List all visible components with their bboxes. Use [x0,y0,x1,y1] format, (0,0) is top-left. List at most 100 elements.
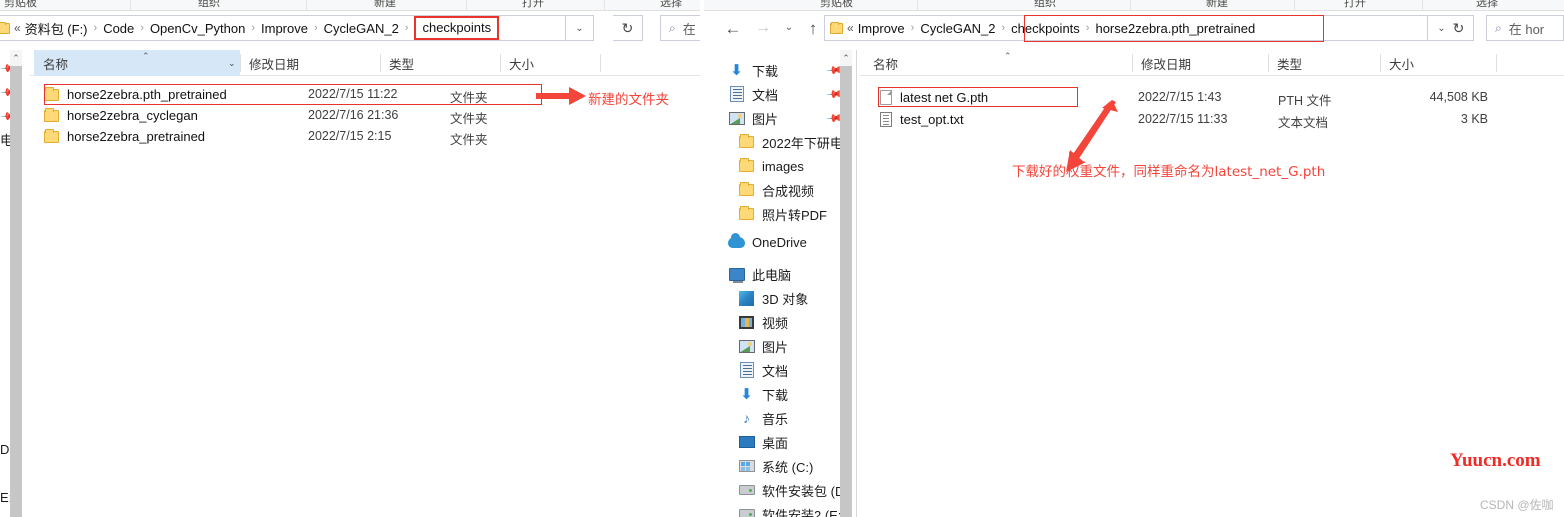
left-crumb-current[interactable]: checkpoints [414,16,500,40]
sidebar-item-downloads[interactable]: ⬇ 下载 📌 [728,58,843,82]
right-ribbon-tab-0[interactable]: 剪贴板 [820,0,853,10]
left-ribbon-tab-0[interactable]: 剪贴板 [4,0,37,10]
left-crumb-3[interactable]: Improve [261,21,308,36]
right-refresh-button[interactable]: ↻ [1444,15,1474,41]
sidebar-item-label: 软件安装2 (E:) [762,507,846,517]
right-row-1-type: 文本文档 [1278,116,1329,130]
sidebar-item-label: 下载 [752,63,779,79]
right-col-type[interactable]: 类型 [1268,50,1380,76]
sidebar-item-label: 音乐 [762,411,789,427]
download-icon: ⬇ [740,385,753,403]
right-crumb-sep-0: › [910,22,915,34]
music-icon: ♪ [743,410,750,426]
sidebar-item-documents[interactable]: 文档 📌 [728,82,844,106]
left-col-date[interactable]: 修改日期 [240,50,380,76]
right-annotation-text: 下载好的权重文件，同样重命名为latest_net_G.pth [1012,164,1326,180]
left-navpane-clip-label-1[interactable]: D [0,442,9,457]
text-file-icon [880,112,892,127]
left-refresh-button[interactable]: ↻ [613,15,643,41]
right-crumb-0[interactable]: Improve [858,21,905,36]
right-back-button[interactable]: ← [722,17,744,39]
right-row-1-name[interactable]: test_opt.txt [880,112,964,127]
sidebar-item-images[interactable]: images [738,154,804,178]
site-watermark: Yuucn.com [1450,450,1541,471]
sidebar-item-3d-objects[interactable]: 3D 对象 [738,286,808,310]
right-col-date[interactable]: 修改日期 [1132,50,1268,76]
left-navpane-scroll-up-button[interactable]: ⌃ [10,50,22,66]
right-navpane-scrollbar[interactable] [840,66,852,517]
sidebar-item-desktop[interactable]: 桌面 [738,430,788,454]
sidebar-item-system-c[interactable]: 系统 (C:) [738,454,813,478]
right-ribbon-tab-1[interactable]: 组织 [1034,0,1056,10]
sidebar-item-composite-video[interactable]: 合成视频 [738,178,814,202]
chevron-down-icon[interactable]: ⌄ [228,58,236,69]
sidebar-item-documents-pc[interactable]: 文档 [738,358,788,382]
right-col-type-label: 类型 [1277,57,1303,72]
left-row-2-name[interactable]: horse2zebra_pretrained [44,128,205,144]
sidebar-item-label: 文档 [752,87,779,103]
left-crumb-2[interactable]: OpenCv_Python [150,21,245,36]
left-navpane-scroll-thumb[interactable] [10,66,22,517]
left-ribbon-tab-3[interactable]: 打开 [522,0,544,10]
right-breadcrumb-overflow[interactable]: « [847,21,858,35]
sidebar-item-onedrive[interactable]: OneDrive [728,230,807,254]
right-ribbon-tab-4[interactable]: 选择 [1476,0,1498,10]
left-row-1-name[interactable]: horse2zebra_cyclegan [44,107,198,123]
sidebar-item-music[interactable]: ♪ 音乐 [738,406,788,430]
screenshot-root: 剪贴板 组织 新建 打开 选择 ← « 资料包 (F:) › Code › Op… [0,0,1564,517]
right-history-dropdown[interactable]: ⌄ [778,17,800,39]
left-crumb-4[interactable]: CycleGAN_2 [324,21,399,36]
left-navbar: ← « 资料包 (F:) › Code › OpenCv_Python › Im… [0,11,720,45]
sidebar-item-photo-to-pdf[interactable]: 照片转PDF [738,202,827,226]
left-navpane-scrollbar[interactable] [10,66,22,517]
table-row[interactable]: horse2zebra_pretrained 2022/7/15 2:15 文件… [30,126,700,147]
csdn-watermark: CSDN @佐咖 [1480,498,1554,512]
left-ribbon-tab-2[interactable]: 新建 [374,0,396,10]
right-up-button[interactable]: ↑ [802,17,824,39]
left-ribbon-tab-4[interactable]: 选择 [660,0,682,10]
left-crumb-1[interactable]: Code [103,21,134,36]
sidebar-item-drive-e[interactable]: 软件安装2 (E:) [738,502,846,517]
left-crumb-0[interactable]: 资料包 (F:) [25,19,88,38]
left-col-size[interactable]: 大小 [500,50,600,76]
left-breadcrumb-folder-icon [0,21,10,34]
sidebar-item-label: 合成视频 [762,183,815,199]
right-ribbon-tab-2[interactable]: 新建 [1206,0,1228,10]
sidebar-item-drive-d[interactable]: 软件安装包 (D [738,478,844,502]
left-row-2-date: 2022/7/15 2:15 [308,129,392,143]
sidebar-item-this-pc[interactable]: 此电脑 [728,262,791,286]
right-col-name-label: 名称 [873,57,899,72]
sidebar-item-pictures-pc[interactable]: 图片 [738,334,788,358]
folder-icon [44,107,59,122]
right-column-header: 名称 ⌃ 修改日期 类型 大小 [860,50,1564,76]
sidebar-item-downloads-pc[interactable]: ⬇ 下载 [738,382,788,406]
right-search-box[interactable]: ⌕ 在 hor [1486,15,1564,41]
table-row[interactable]: horse2zebra_cyclegan 2022/7/16 21:36 文件夹 [30,105,700,126]
this-pc-icon [728,266,745,283]
left-annotation-arrow [536,87,586,105]
left-row-2-type: 文件夹 [450,133,488,147]
sidebar-item-2022yanDian[interactable]: 2022年下研电 [738,130,843,154]
right-ribbon-tab-3[interactable]: 打开 [1344,0,1366,10]
right-col-size[interactable]: 大小 [1380,50,1496,76]
left-breadcrumb-dropdown[interactable]: ⌄ [566,15,594,41]
right-navpane-scroll-thumb[interactable] [840,66,852,517]
right-col-name[interactable]: 名称 ⌃ [864,50,1132,76]
right-forward-button[interactable]: → [752,17,774,39]
right-navpane-scroll-up-button[interactable]: ⌃ [840,50,852,66]
onedrive-cloud-icon [728,232,745,251]
left-row-1-type: 文件夹 [450,112,488,126]
sidebar-item-videos[interactable]: 视频 [738,310,788,334]
left-breadcrumb[interactable]: « 资料包 (F:) › Code › OpenCv_Python › Impr… [0,15,566,41]
left-ribbon-tab-1[interactable]: 组织 [198,0,220,10]
left-col-type[interactable]: 类型 [380,50,500,76]
right-crumb-1[interactable]: CycleGAN_2 [920,21,995,36]
sidebar-item-label: 3D 对象 [762,291,809,307]
left-col-name[interactable]: 名称 ⌃ ⌄ [34,50,240,76]
right-row-0-date: 2022/7/15 1:43 [1138,90,1222,104]
left-breadcrumb-overflow[interactable]: « [14,21,25,35]
sort-ascending-icon: ⌃ [142,51,150,61]
sidebar-item-pictures[interactable]: 图片 📌 [728,106,844,130]
table-row[interactable]: test_opt.txt 2022/7/15 11:33 文本文档 3 KB [860,109,1564,130]
left-row-1-label: horse2zebra_cyclegan [67,108,198,123]
